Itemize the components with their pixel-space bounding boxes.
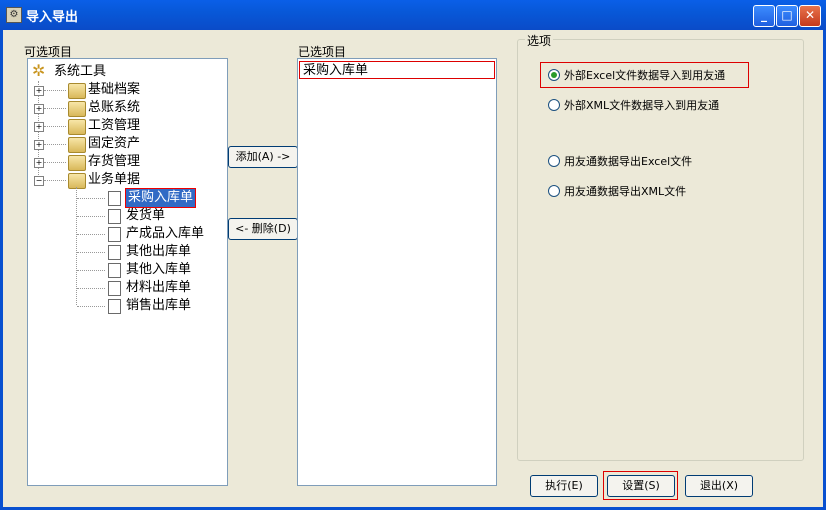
minimize-button[interactable]: _ bbox=[753, 5, 775, 27]
tree-line bbox=[44, 144, 66, 145]
tree-line bbox=[77, 288, 105, 289]
expand-toggle-icon[interactable]: + bbox=[34, 122, 44, 132]
document-icon bbox=[108, 281, 121, 296]
tree-doc-label: 其他出库单 bbox=[126, 244, 192, 259]
tree-folder-label: 固定资产 bbox=[88, 136, 141, 151]
close-button[interactable]: ✕ bbox=[799, 5, 821, 27]
option-label[interactable]: 用友通数据导出Excel文件 bbox=[564, 153, 692, 169]
folder-icon bbox=[68, 155, 86, 171]
tree-doc-item[interactable]: 其他入库单 bbox=[32, 261, 222, 279]
tree-doc-label: 销售出库单 bbox=[126, 298, 192, 313]
tree-folder-label: 存货管理 bbox=[88, 154, 141, 169]
tree-doc-label: 发货单 bbox=[126, 208, 166, 223]
tree-doc-item[interactable]: 产成品入库单 bbox=[32, 225, 222, 243]
tree-folder-label: 基础档案 bbox=[88, 82, 141, 97]
expand-toggle-icon[interactable]: + bbox=[34, 158, 44, 168]
tree-doc-label: 其他入库单 bbox=[126, 262, 192, 277]
option-label[interactable]: 用友通数据导出XML文件 bbox=[564, 183, 686, 199]
option-radio[interactable] bbox=[548, 155, 560, 167]
document-icon bbox=[108, 263, 121, 278]
settings-highlight-box bbox=[603, 471, 678, 500]
window-title: 导入导出 bbox=[26, 10, 79, 25]
delete-button[interactable]: <- 删除(D) bbox=[228, 218, 298, 240]
title-bar: ⚙ 导入导出 _ □ ✕ bbox=[0, 0, 826, 30]
folder-icon bbox=[68, 173, 86, 189]
tree-line bbox=[44, 180, 66, 181]
tree-doc-item[interactable]: 销售出库单 bbox=[32, 297, 222, 315]
tree-folder-item[interactable]: + 总账系统 bbox=[32, 99, 222, 117]
tree-folder-item[interactable]: − 业务单据 bbox=[32, 171, 222, 189]
highlight-box bbox=[540, 62, 749, 88]
expand-toggle-icon[interactable]: + bbox=[34, 104, 44, 114]
tree-doc-label: 产成品入库单 bbox=[126, 226, 205, 241]
tree-line bbox=[77, 198, 105, 199]
document-icon bbox=[108, 299, 121, 314]
tree-doc-label: 材料出库单 bbox=[126, 280, 192, 295]
folder-icon bbox=[68, 83, 86, 99]
exit-button[interactable]: 退出(X) bbox=[685, 475, 753, 497]
tree-folder-label: 工资管理 bbox=[88, 118, 141, 133]
folder-icon bbox=[68, 137, 86, 153]
execute-button[interactable]: 执行(E) bbox=[530, 475, 598, 497]
tree-line bbox=[44, 108, 66, 109]
tree-doc-item[interactable]: 发货单 bbox=[32, 207, 222, 225]
tree-line bbox=[44, 162, 66, 163]
tree-folder-item[interactable]: + 工资管理 bbox=[32, 117, 222, 135]
tree-line bbox=[44, 126, 66, 127]
expand-toggle-icon[interactable]: − bbox=[34, 176, 44, 186]
app-icon: ⚙ bbox=[6, 7, 22, 23]
document-icon bbox=[108, 245, 121, 260]
options-label: 选项 bbox=[525, 32, 554, 49]
expand-toggle-icon[interactable]: + bbox=[34, 140, 44, 150]
gear-icon: ✲ bbox=[32, 61, 46, 80]
option-radio[interactable] bbox=[548, 99, 560, 111]
document-icon bbox=[108, 191, 121, 206]
tree-doc-item[interactable]: 其他出库单 bbox=[32, 243, 222, 261]
folder-icon bbox=[68, 119, 86, 135]
tree-doc-item[interactable]: 采购入库单 bbox=[32, 188, 222, 208]
tree-folder-label: 总账系统 bbox=[88, 100, 141, 115]
tree-line bbox=[77, 306, 105, 307]
tree-folder-label: 业务单据 bbox=[88, 172, 141, 187]
selected-items-list[interactable]: 采购入库单 bbox=[297, 58, 497, 486]
option-label[interactable]: 外部XML文件数据导入到用友通 bbox=[564, 97, 719, 113]
tree-line bbox=[77, 270, 105, 271]
tree-line bbox=[44, 90, 66, 91]
document-icon bbox=[108, 209, 121, 224]
tree-root-label: 系统工具 bbox=[54, 64, 107, 79]
tree-line bbox=[77, 234, 105, 235]
tree-line bbox=[77, 252, 105, 253]
tree-folder-item[interactable]: + 存货管理 bbox=[32, 153, 222, 171]
folder-icon bbox=[68, 101, 86, 117]
list-item[interactable]: 采购入库单 bbox=[299, 61, 495, 79]
expand-toggle-icon[interactable]: + bbox=[34, 86, 44, 96]
add-button[interactable]: 添加(A) -> bbox=[228, 146, 298, 168]
tree-folder-item[interactable]: + 固定资产 bbox=[32, 135, 222, 153]
tree-folder-item[interactable]: + 基础档案 bbox=[32, 81, 222, 99]
available-items-tree[interactable]: ✲ 系统工具 + 基础档案 + 总账系统 + 工资管理 + 固定资产 + 存货管理 − 业务单据 采购入库单… bbox=[27, 58, 228, 486]
tree-doc-label: 采购入库单 bbox=[124, 188, 197, 208]
maximize-button[interactable]: □ bbox=[776, 5, 798, 27]
tree-line bbox=[77, 216, 105, 217]
document-icon bbox=[108, 227, 121, 242]
tree-doc-item[interactable]: 材料出库单 bbox=[32, 279, 222, 297]
option-radio[interactable] bbox=[548, 185, 560, 197]
